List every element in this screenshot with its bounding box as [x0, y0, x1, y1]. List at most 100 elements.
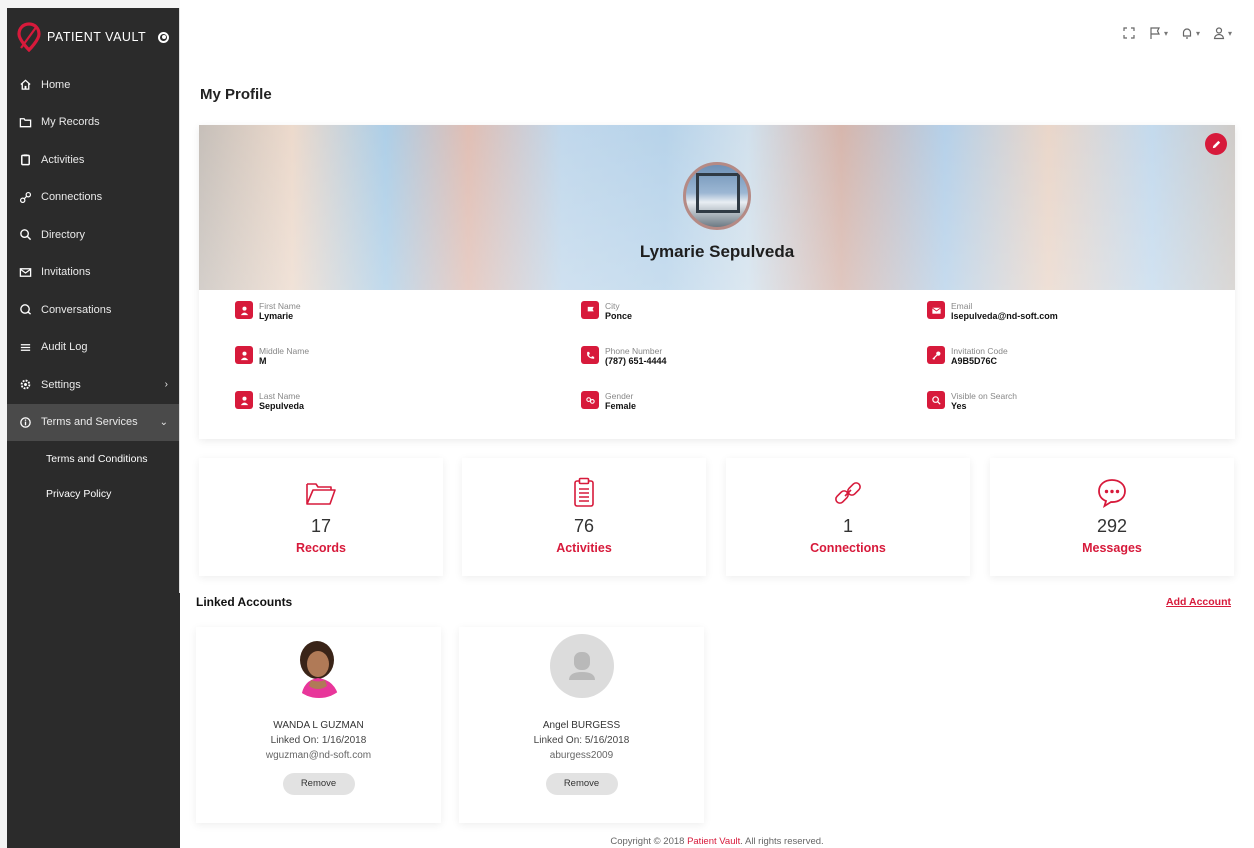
field-label: Visible on Search: [951, 391, 1017, 401]
sidebar-item-activities[interactable]: Activities: [7, 141, 180, 179]
pencil-icon: [1212, 140, 1220, 148]
footer: Copyright © 2018 Patient Vault. All righ…: [180, 836, 1254, 847]
page-title: My Profile: [200, 86, 272, 103]
field-label: Phone Number: [605, 346, 663, 356]
stat-label: Connections: [810, 541, 886, 555]
sidebar-item-my-records[interactable]: My Records: [7, 104, 180, 142]
field-label: First Name: [259, 301, 301, 311]
stat-label: Records: [295, 541, 347, 555]
stat-card-messages[interactable]: 292 Messages: [990, 458, 1234, 576]
remove-button[interactable]: Remove: [545, 773, 618, 795]
sidebar-item-conversations[interactable]: Conversations: [7, 291, 180, 329]
stat-card-records[interactable]: 17 Records: [199, 458, 443, 576]
flag-icon: [581, 301, 599, 319]
chevron-down-icon: ⌄: [159, 416, 168, 428]
field-label: Middle Name: [259, 346, 310, 356]
linked-account-name: WANDA L GUZMAN: [273, 720, 364, 731]
chevron-down-icon: ▾: [1195, 28, 1200, 38]
topbar: ▾ ▾ ▾: [180, 0, 1254, 56]
link-icon: [726, 476, 970, 510]
footer-prefix: Copyright © 2018: [610, 836, 688, 847]
topbar-icons: ▾ ▾ ▾: [1122, 26, 1232, 40]
sidebar: PATIENT VAULT Home My Records Activities…: [7, 8, 180, 848]
footer-suffix: . All rights reserved.: [740, 836, 824, 847]
envelope-icon: [927, 301, 945, 319]
field-label: Email: [951, 301, 973, 311]
field-value: Lymarie: [259, 311, 294, 321]
field-value: Female: [605, 401, 637, 411]
gender-icon: [581, 391, 599, 409]
profile-name: Lymarie Sepulveda: [639, 242, 795, 261]
field-email: Email lsepulveda@nd-soft.com: [927, 301, 1058, 322]
user-icon: [235, 391, 253, 409]
stat-value: 76: [573, 516, 595, 536]
user-icon: [1213, 27, 1225, 40]
stat-card-connections[interactable]: 1 Connections: [726, 458, 970, 576]
folder-icon: [199, 476, 443, 510]
brand-name: PATIENT VAULT: [47, 30, 147, 44]
fullscreen-icon[interactable]: [1122, 26, 1136, 40]
user-placeholder-icon: [568, 652, 595, 680]
sidebar-item-label: Directory: [41, 228, 86, 241]
avatar: [549, 634, 614, 698]
linked-account-contact: aburgess2009: [549, 750, 614, 761]
sidebar-item-label: Terms and Services: [41, 416, 138, 429]
linked-account-contact: wguzman@nd-soft.com: [265, 750, 372, 761]
user-menu-dropdown[interactable]: ▾: [1212, 26, 1232, 40]
sidebar-item-label: Home: [41, 78, 71, 91]
chevron-down-icon: ▾: [1163, 28, 1168, 38]
sidebar-item-label: Conversations: [41, 303, 112, 316]
edit-profile-button[interactable]: [1205, 133, 1227, 155]
chevron-right-icon: ›: [164, 379, 168, 391]
sidebar-item-audit-log[interactable]: Audit Log: [7, 329, 180, 367]
sidebar-item-label: Audit Log: [41, 341, 88, 354]
sidebar-item-directory[interactable]: Directory: [7, 216, 180, 254]
sidebar-item-label: My Records: [41, 116, 100, 129]
linked-accounts-title: Linked Accounts: [196, 595, 293, 609]
notifications-dropdown[interactable]: ▾: [1180, 26, 1200, 40]
linked-account-name: Angel BURGESS: [542, 720, 621, 731]
field-invitation-code: Invitation Code A9B5D76C: [927, 346, 1008, 367]
linked-account-card: Angel BURGESS Linked On: 5/16/2018 aburg…: [459, 627, 704, 823]
sidebar-item-settings[interactable]: Settings ›: [7, 366, 180, 404]
menu-icon: [18, 340, 32, 354]
profile-avatar: [683, 162, 751, 230]
chat-bubble-icon: [990, 476, 1234, 510]
gear-icon: [18, 378, 32, 392]
info-icon: [18, 415, 32, 429]
field-phone-number: Phone Number (787) 651-4444: [581, 346, 667, 367]
stat-card-activities[interactable]: 76 Activities: [462, 458, 706, 576]
user-icon: [235, 301, 253, 319]
search-icon: [927, 391, 945, 409]
stat-label: Messages: [1082, 541, 1142, 555]
stat-label: Activities: [556, 541, 612, 555]
sidebar-item-invitations[interactable]: Invitations: [7, 254, 180, 292]
remove-button[interactable]: Remove: [282, 773, 355, 795]
sidebar-subitem-terms-and-conditions[interactable]: Terms and Conditions: [7, 441, 180, 476]
sidebar-item-home[interactable]: Home: [7, 66, 180, 104]
sidebar-subitem-privacy-policy[interactable]: Privacy Policy: [7, 476, 180, 511]
footer-brand-link[interactable]: Patient Vault: [687, 836, 740, 847]
sidebar-item-label: Connections: [41, 191, 103, 204]
link-icon: [18, 190, 32, 204]
field-middle-name: Middle Name M: [235, 346, 309, 367]
clipboard-icon: [462, 476, 706, 510]
sidebar-item-terms-and-services[interactable]: Terms and Services ⌄: [7, 403, 180, 441]
clipboard-icon: [18, 153, 32, 167]
add-account-link[interactable]: Add Account: [1166, 596, 1231, 608]
folder-icon: [18, 115, 32, 129]
search-icon: [18, 228, 32, 242]
field-visible-on-search: Visible on Search Yes: [927, 391, 1017, 412]
bell-icon: [1182, 28, 1192, 39]
phone-icon: [581, 346, 599, 364]
linked-account-card: WANDA L GUZMAN Linked On: 1/16/2018 wguz…: [196, 627, 441, 823]
field-value: Yes: [951, 401, 967, 411]
stat-value: 17: [310, 516, 332, 536]
sidebar-item-connections[interactable]: Connections: [7, 179, 180, 217]
user-icon: [235, 346, 253, 364]
sidebar-toggle-icon[interactable]: [158, 31, 170, 43]
brand[interactable]: PATIENT VAULT: [7, 8, 180, 66]
field-label: City: [605, 301, 620, 311]
envelope-icon: [18, 265, 32, 279]
flag-dropdown[interactable]: ▾: [1148, 26, 1168, 40]
